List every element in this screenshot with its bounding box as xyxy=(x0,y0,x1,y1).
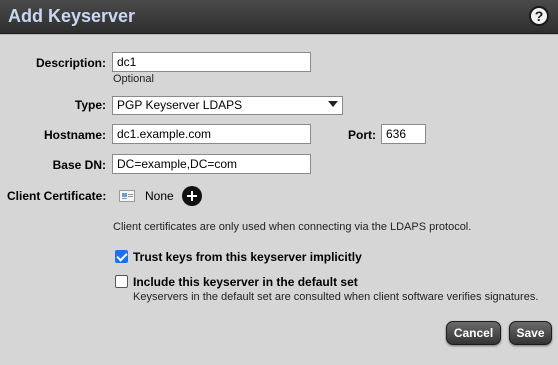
hostname-input[interactable]: dc1.example.com xyxy=(112,124,311,144)
save-button[interactable]: Save xyxy=(509,321,552,345)
type-select[interactable]: PGP Keyserver LDAPS xyxy=(112,96,343,115)
certificate-icon xyxy=(119,190,135,202)
port-label: Port: xyxy=(348,128,376,142)
description-input[interactable]: dc1 xyxy=(112,52,311,72)
default-set-note: Keyservers in the default set are consul… xyxy=(133,291,539,303)
default-set-label[interactable]: Include this keyserver in the default se… xyxy=(133,275,358,289)
type-label: Type: xyxy=(74,98,106,112)
cancel-button[interactable]: Cancel xyxy=(446,321,501,345)
trust-keys-checkbox[interactable] xyxy=(115,250,128,263)
dialog-content: Description: dc1 Optional Type: PGP Keys… xyxy=(0,34,558,365)
default-set-checkbox[interactable] xyxy=(115,275,128,288)
dialog-title: Add Keyserver xyxy=(8,6,136,26)
hostname-label: Hostname: xyxy=(43,128,106,142)
base-dn-label: Base DN: xyxy=(52,158,106,172)
description-label: Description: xyxy=(35,56,106,70)
dialog-titlebar: Add Keyserver ? xyxy=(0,0,558,34)
base-dn-input[interactable]: DC=example,DC=com xyxy=(112,154,311,174)
client-certificate-label: Client Certificate: xyxy=(7,189,107,203)
client-certificate-note: Client certificates are only used when c… xyxy=(113,221,472,233)
help-icon[interactable]: ? xyxy=(529,6,549,26)
port-input[interactable]: 636 xyxy=(381,124,426,144)
add-certificate-icon[interactable] xyxy=(182,186,202,206)
type-select-value: PGP Keyserver LDAPS xyxy=(117,98,243,112)
chevron-down-icon xyxy=(328,101,338,107)
client-certificate-value: None xyxy=(145,189,174,203)
trust-keys-label[interactable]: Trust keys from this keyserver implicitl… xyxy=(133,250,362,264)
description-hint: Optional xyxy=(113,73,154,85)
